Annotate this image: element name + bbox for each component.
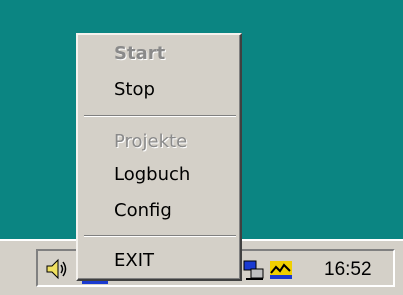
menu-separator: [84, 115, 236, 117]
menu-separator: [84, 235, 236, 237]
menu-item-start[interactable]: Start: [114, 43, 165, 64]
menu-item-exit[interactable]: EXIT: [114, 250, 154, 271]
menu-item-stop[interactable]: Stop: [114, 79, 155, 100]
clock[interactable]: 16:52: [324, 259, 372, 281]
menu-item-config[interactable]: Config: [114, 200, 172, 221]
menu-item-projekte[interactable]: Projekte: [114, 131, 187, 152]
network-icon[interactable]: [243, 259, 265, 281]
app-icon[interactable]: [268, 259, 294, 281]
context-menu: Start Stop Projekte Logbuch Config EXIT: [76, 33, 242, 281]
menu-item-logbuch[interactable]: Logbuch: [114, 164, 190, 185]
speaker-icon[interactable]: [44, 257, 68, 281]
